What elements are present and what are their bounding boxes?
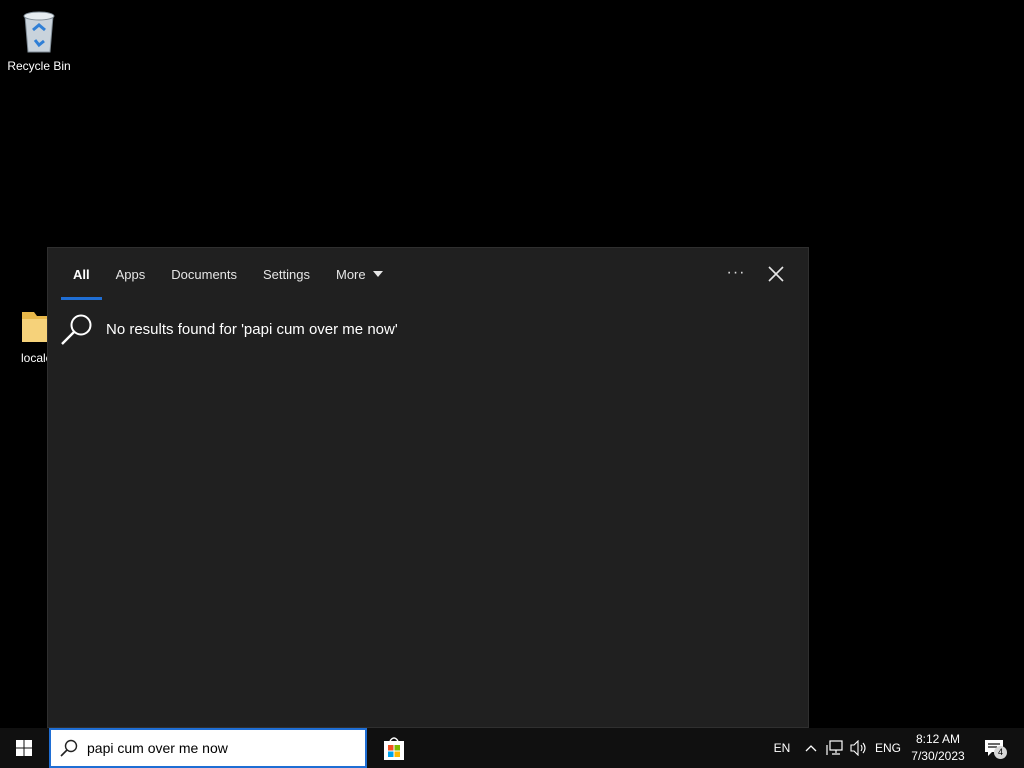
more-options-button[interactable]: ··· [724, 262, 748, 286]
keyboard-language-indicator[interactable]: ENG [872, 728, 904, 768]
volume-icon [850, 740, 866, 756]
tab-all[interactable]: All [60, 248, 103, 300]
tab-label: Settings [263, 266, 310, 282]
action-center-button[interactable]: 4 [974, 728, 1014, 768]
tab-more[interactable]: More [323, 248, 396, 300]
tab-documents[interactable]: Documents [158, 248, 250, 300]
search-tabs: All Apps Documents Settings More [60, 248, 396, 300]
taskbar-search-box[interactable] [49, 728, 367, 768]
chevron-down-icon [372, 271, 383, 277]
no-results-text: No results found for 'papi cum over me n… [106, 320, 398, 338]
search-icon [61, 314, 92, 345]
desktop-icon-label: Recycle Bin [7, 59, 71, 73]
network-button[interactable] [824, 728, 846, 768]
show-hidden-icons-button[interactable] [801, 728, 821, 768]
close-icon [768, 266, 784, 282]
tab-settings[interactable]: Settings [250, 248, 323, 300]
input-language-indicator[interactable]: EN [768, 728, 796, 768]
close-button[interactable] [764, 262, 788, 286]
tab-label: Documents [171, 266, 238, 282]
taskbar: EN ENG 8:12 AM 7/30/2023 4 [0, 728, 1024, 768]
tab-apps[interactable]: Apps [103, 248, 159, 300]
clock[interactable]: 8:12 AM 7/30/2023 [904, 728, 972, 768]
clock-date: 7/30/2023 [911, 749, 965, 763]
search-panel: All Apps Documents Settings More ··· No … [47, 247, 809, 728]
network-icon [826, 740, 843, 755]
tab-label: All [73, 266, 90, 282]
notification-count-badge: 4 [994, 746, 1007, 759]
no-results-message: No results found for 'papi cum over me n… [60, 312, 398, 346]
recycle-bin-icon [23, 11, 55, 53]
desktop-icon-recycle-bin[interactable]: Recycle Bin [4, 8, 74, 73]
chevron-up-icon [805, 745, 817, 752]
clock-time: 8:12 AM [915, 732, 961, 746]
store-icon [384, 737, 404, 760]
tab-label: Apps [115, 266, 146, 282]
windows-logo-icon [16, 740, 32, 756]
taskbar-store-button[interactable] [380, 734, 408, 762]
search-icon [60, 739, 78, 757]
start-button[interactable] [0, 728, 48, 768]
volume-button[interactable] [848, 728, 870, 768]
search-input[interactable] [87, 740, 357, 756]
tab-label: More [336, 266, 366, 282]
